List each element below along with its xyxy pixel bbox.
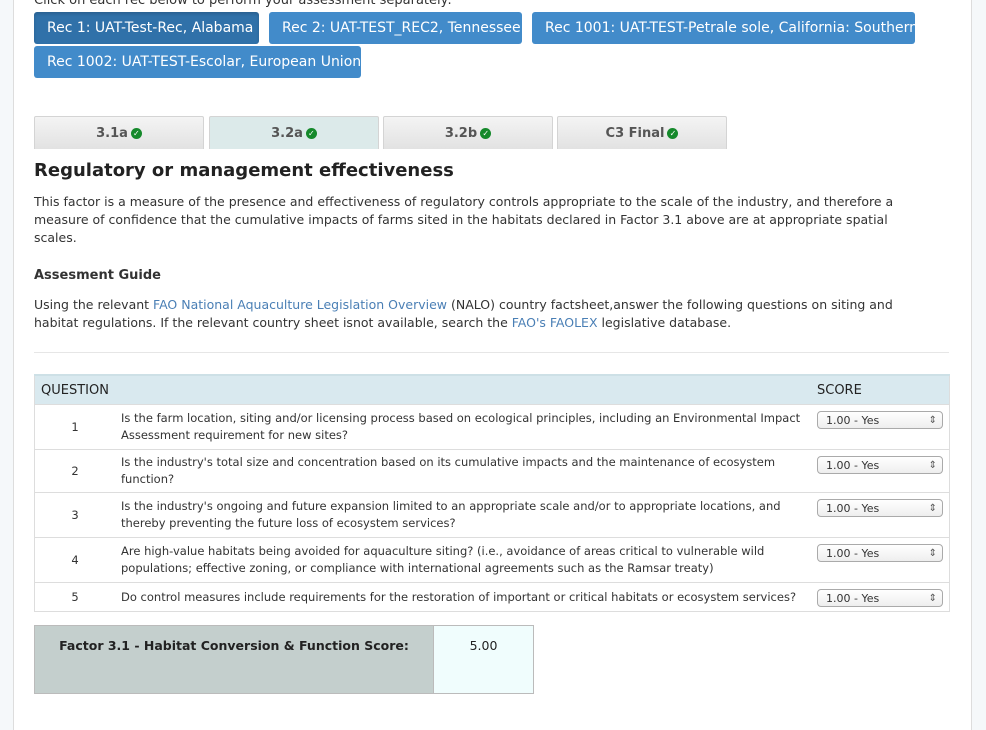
rec-button-1002[interactable]: Rec 1002: UAT-TEST-Escolar, European Uni… bbox=[34, 46, 361, 78]
score-select[interactable]: 1.00 - Yes ⇕ bbox=[817, 544, 943, 562]
tab-3-2a[interactable]: 3.2a ✓ bbox=[209, 116, 379, 149]
score-select[interactable]: 1.00 - Yes ⇕ bbox=[817, 589, 943, 607]
question-number: 4 bbox=[34, 537, 115, 583]
select-arrows-icon: ⇕ bbox=[928, 548, 937, 559]
tab-3-2b[interactable]: 3.2b ✓ bbox=[383, 116, 553, 149]
factor-score-value: 5.00 bbox=[433, 626, 533, 693]
check-icon: ✓ bbox=[667, 128, 679, 139]
factor-score-box: Factor 3.1 - Habitat Conversion & Functi… bbox=[34, 625, 534, 694]
question-number: 5 bbox=[34, 582, 115, 612]
score-select-value: 1.00 - Yes bbox=[826, 592, 880, 605]
question-number: 2 bbox=[34, 449, 115, 493]
tab-label: 3.2b bbox=[444, 126, 478, 141]
question-text: Are high-value habitats being avoided fo… bbox=[115, 537, 811, 583]
question-number: 3 bbox=[34, 492, 115, 538]
questions-table: QUESTION SCORE 1 Is the farm location, sit… bbox=[34, 374, 950, 612]
score-select-value: 1.00 - Yes bbox=[826, 414, 880, 427]
score-header: SCORE bbox=[811, 374, 950, 405]
content-panel bbox=[13, 0, 972, 730]
select-arrows-icon: ⇕ bbox=[928, 415, 937, 426]
question-text: Is the industry's ongoing and future exp… bbox=[115, 492, 811, 538]
guide-text: Using the relevant FAO National Aquacult… bbox=[34, 296, 924, 332]
select-arrows-icon: ⇕ bbox=[928, 503, 937, 514]
faolex-link[interactable]: FAO's FAOLEX bbox=[512, 315, 598, 330]
rec-button-2[interactable]: Rec 2: UAT-TEST_REC2, Tennessee bbox=[269, 12, 522, 44]
table-row: 5 Do control measures include requirement… bbox=[34, 582, 950, 612]
tab-label: 3.1a bbox=[96, 126, 128, 141]
score-select-value: 1.00 - Yes bbox=[826, 459, 880, 472]
tab-label: 3.2a bbox=[271, 126, 303, 141]
question-text: Do control measures include requirements… bbox=[115, 582, 811, 612]
score-select-value: 1.00 - Yes bbox=[826, 547, 880, 560]
page-title: Regulatory or management effectiveness bbox=[34, 160, 454, 181]
intro-text: Click on each rec below to perform your … bbox=[34, 0, 452, 8]
check-icon: ✓ bbox=[130, 128, 142, 139]
rec-button-1[interactable]: Rec 1: UAT-Test-Rec, Alabama bbox=[34, 12, 259, 44]
tab-label: C3 Final bbox=[605, 126, 665, 141]
check-icon: ✓ bbox=[480, 128, 492, 139]
tab-3-1a[interactable]: 3.1a ✓ bbox=[34, 116, 204, 149]
table-row: 2 Is the industry's total size and concen… bbox=[34, 449, 950, 493]
table-row: 4 Are high-value habitats being avoided f… bbox=[34, 537, 950, 583]
score-select[interactable]: 1.00 - Yes ⇕ bbox=[817, 499, 943, 517]
guide-text-3: legislative database. bbox=[597, 315, 732, 330]
tab-c3-final[interactable]: C3 Final ✓ bbox=[557, 116, 727, 149]
question-header: QUESTION bbox=[34, 374, 811, 405]
score-select-value: 1.00 - Yes bbox=[826, 502, 880, 515]
score-select[interactable]: 1.00 - Yes ⇕ bbox=[817, 456, 943, 474]
divider bbox=[34, 352, 949, 353]
factor-description: This factor is a measure of the presence… bbox=[34, 194, 894, 245]
question-text: Is the industry's total size and concent… bbox=[115, 449, 811, 493]
question-number: 1 bbox=[34, 404, 115, 450]
guide-text-1: Using the relevant bbox=[34, 297, 154, 312]
factor-score-label: Factor 3.1 - Habitat Conversion & Functi… bbox=[35, 626, 433, 693]
select-arrows-icon: ⇕ bbox=[928, 593, 937, 604]
select-arrows-icon: ⇕ bbox=[928, 460, 937, 471]
table-row: 1 Is the farm location, siting and/or lic… bbox=[34, 404, 950, 450]
guide-heading: Assesment Guide bbox=[34, 268, 161, 283]
check-icon: ✓ bbox=[305, 128, 317, 139]
question-text: Is the farm location, siting and/or lice… bbox=[115, 404, 811, 450]
table-row: 3 Is the industry's ongoing and future ex… bbox=[34, 492, 950, 538]
nalo-link[interactable]: FAO National Aquaculture Legislation Ove… bbox=[153, 297, 447, 312]
score-select[interactable]: 1.00 - Yes ⇕ bbox=[817, 411, 943, 429]
rec-button-1001[interactable]: Rec 1001: UAT-TEST-Petrale sole, Califor… bbox=[532, 12, 918, 44]
